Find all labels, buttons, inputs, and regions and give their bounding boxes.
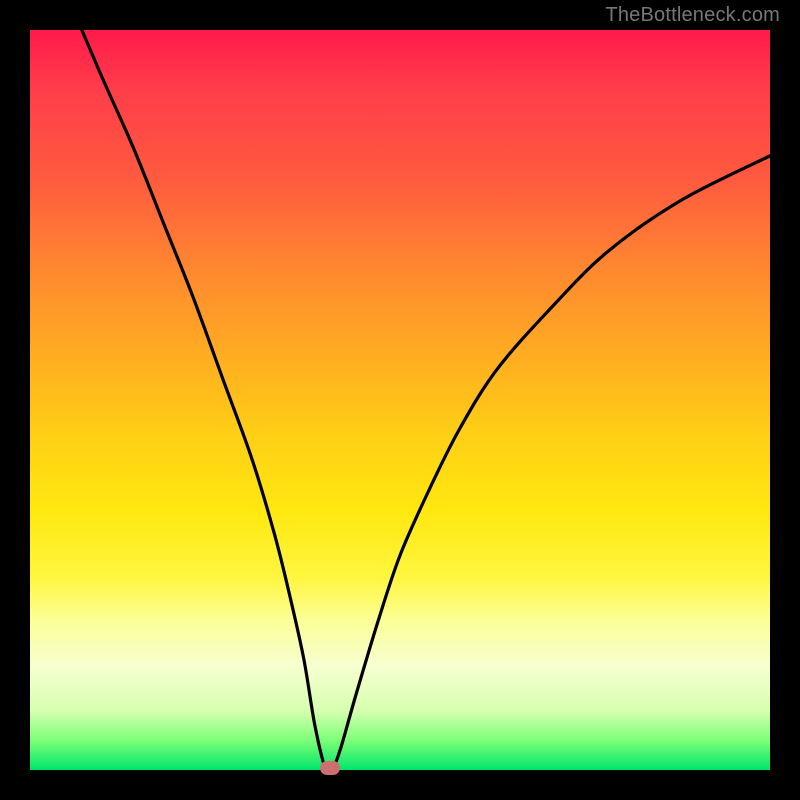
optimum-marker — [320, 761, 340, 775]
watermark-text: TheBottleneck.com — [605, 4, 780, 27]
plot-area — [30, 30, 770, 770]
bottleneck-curve — [30, 30, 770, 770]
chart-frame: TheBottleneck.com — [0, 0, 800, 800]
